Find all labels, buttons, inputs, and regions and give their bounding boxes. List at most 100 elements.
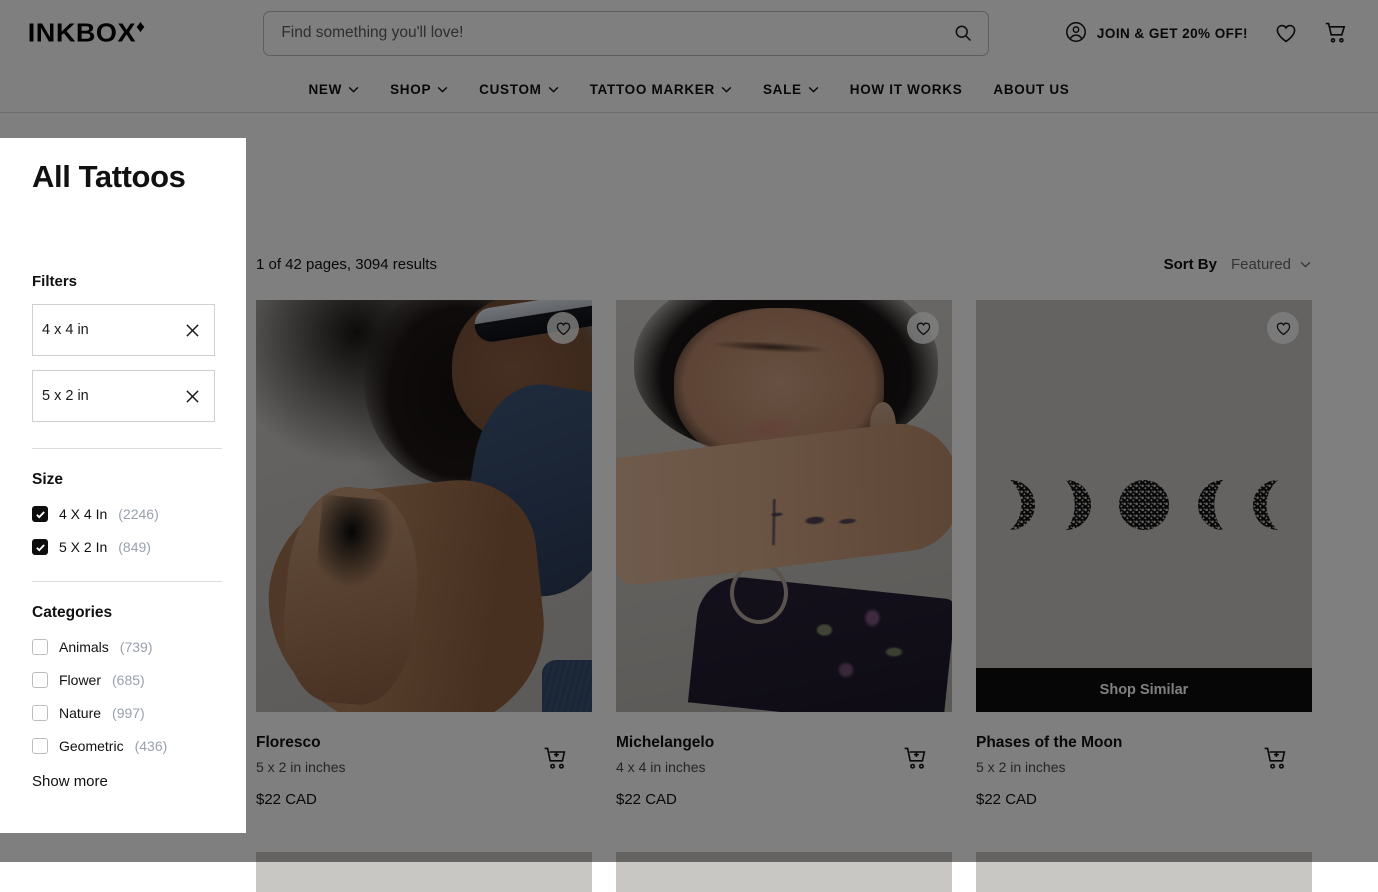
page-title: All Tattoos xyxy=(32,159,214,195)
add-to-cart-icon[interactable] xyxy=(903,746,929,772)
product-title: Phases of the Moon xyxy=(976,733,1312,754)
category-option-label: Nature xyxy=(59,705,101,721)
product-size: 5 x 2 in inches xyxy=(256,759,592,775)
chevron-down-icon xyxy=(1300,261,1311,268)
nav-label: TATTOO MARKER xyxy=(590,82,715,97)
product-card[interactable]: Floresco 5 x 2 in inches $22 CAD xyxy=(256,300,592,808)
close-icon[interactable] xyxy=(185,323,200,338)
nav-label: CUSTOM xyxy=(479,82,541,97)
sort-by-value: Featured xyxy=(1231,256,1291,273)
checkbox-unchecked[interactable] xyxy=(32,738,48,754)
product-image[interactable] xyxy=(976,852,1312,892)
results-toolbar: 1 of 42 pages, 3094 results Sort By Feat… xyxy=(256,256,1311,273)
moon-full xyxy=(1117,478,1171,532)
inkbox-logo[interactable]: INKBOX♦ xyxy=(28,17,146,49)
search-icon[interactable] xyxy=(953,23,973,43)
add-to-cart-icon[interactable] xyxy=(1263,746,1289,772)
size-option-count: (2246) xyxy=(118,506,158,522)
join-offer-button[interactable]: JOIN & GET 20% OFF! xyxy=(1064,20,1248,47)
product-card[interactable]: Michelangelo 4 x 4 in inches $22 CAD xyxy=(616,300,952,808)
search-container xyxy=(263,11,989,56)
active-filter-chip[interactable]: 4 x 4 in xyxy=(32,304,215,356)
add-to-cart-icon[interactable] xyxy=(543,746,569,772)
nav-label: SALE xyxy=(763,82,802,97)
search-input[interactable] xyxy=(263,11,989,56)
favorite-button[interactable] xyxy=(547,312,579,344)
nav-item-shop[interactable]: SHOP xyxy=(390,82,448,97)
chevron-down-icon xyxy=(437,86,448,93)
category-option-count: (739) xyxy=(120,639,153,655)
category-option-animals[interactable]: Animals (739) xyxy=(32,639,214,655)
nav-item-tattoo-marker[interactable]: TATTOO MARKER xyxy=(590,82,732,97)
favorite-button[interactable] xyxy=(907,312,939,344)
category-option-label: Animals xyxy=(59,639,109,655)
product-image[interactable] xyxy=(256,300,592,712)
results-summary: 1 of 42 pages, 3094 results xyxy=(256,256,437,273)
product-title: Michelangelo xyxy=(616,733,952,754)
nav-label: HOW IT WORKS xyxy=(850,82,963,97)
site-header: INKBOX♦ JOI xyxy=(0,0,1378,113)
sort-by-label: Sort By xyxy=(1164,256,1217,273)
moon-first-quarter xyxy=(1054,478,1108,532)
close-icon[interactable] xyxy=(185,389,200,404)
category-option-flower[interactable]: Flower (685) xyxy=(32,672,214,688)
size-option-count: (849) xyxy=(118,539,151,555)
category-option-count: (685) xyxy=(112,672,145,688)
categories-heading: Categories xyxy=(32,604,214,622)
divider xyxy=(32,581,222,582)
size-option-4x4[interactable]: 4 X 4 In (2246) xyxy=(32,506,214,522)
ink-drop-icon: ♦ xyxy=(136,17,146,36)
show-more-categories-button[interactable]: Show more xyxy=(32,773,214,790)
checkbox-unchecked[interactable] xyxy=(32,639,48,655)
product-info: Michelangelo 4 x 4 in inches $22 CAD xyxy=(616,712,952,808)
nav-item-how-it-works[interactable]: HOW IT WORKS xyxy=(850,82,963,97)
chevron-down-icon xyxy=(348,86,359,93)
moon-phases-artwork xyxy=(990,450,1298,560)
cart-icon[interactable] xyxy=(1324,21,1348,45)
product-grid: Floresco 5 x 2 in inches $22 CAD xyxy=(256,300,1311,808)
product-image[interactable] xyxy=(256,852,592,892)
checkbox-checked[interactable] xyxy=(32,539,48,555)
category-option-label: Geometric xyxy=(59,738,124,754)
header-actions: JOIN & GET 20% OFF! xyxy=(1064,20,1348,47)
category-option-count: (436) xyxy=(135,738,168,754)
checkbox-unchecked[interactable] xyxy=(32,705,48,721)
size-option-label: 4 X 4 In xyxy=(59,506,107,522)
product-image[interactable] xyxy=(616,852,952,892)
sort-by-select[interactable]: Featured xyxy=(1231,256,1311,273)
nav-label: SHOP xyxy=(390,82,431,97)
checkbox-unchecked[interactable] xyxy=(32,672,48,688)
moon-last-quarter xyxy=(1181,478,1235,532)
header-top-row: INKBOX♦ JOI xyxy=(0,0,1378,66)
nav-label: NEW xyxy=(308,82,342,97)
product-price: $22 CAD xyxy=(976,791,1312,808)
product-size: 5 x 2 in inches xyxy=(976,759,1312,775)
favorite-button[interactable] xyxy=(1267,312,1299,344)
product-image[interactable]: Shop Similar xyxy=(976,300,1312,712)
primary-navigation: NEW SHOP CUSTOM TATTOO MARKER SALE HOW I… xyxy=(0,66,1378,112)
logo-text: INKBOX xyxy=(28,18,136,48)
divider xyxy=(32,448,222,449)
chevron-down-icon xyxy=(548,86,559,93)
active-filter-label: 5 x 2 in xyxy=(42,388,89,404)
category-option-geometric[interactable]: Geometric (436) xyxy=(32,738,214,754)
product-price: $22 CAD xyxy=(256,791,592,808)
product-card[interactable]: Shop Similar Phases of the Moon 5 x 2 in… xyxy=(976,300,1312,808)
product-image[interactable] xyxy=(616,300,952,712)
category-option-label: Flower xyxy=(59,672,101,688)
nav-item-custom[interactable]: CUSTOM xyxy=(479,82,558,97)
product-info: Phases of the Moon 5 x 2 in inches $22 C… xyxy=(976,712,1312,808)
nav-item-new[interactable]: NEW xyxy=(308,82,359,97)
nav-item-about-us[interactable]: ABOUT US xyxy=(993,82,1069,97)
size-option-5x2[interactable]: 5 X 2 In (849) xyxy=(32,539,214,555)
product-photo-michelangelo xyxy=(616,300,952,712)
active-filter-chip[interactable]: 5 x 2 in xyxy=(32,370,215,422)
checkbox-checked[interactable] xyxy=(32,506,48,522)
active-filter-label: 4 x 4 in xyxy=(42,322,89,338)
filter-drawer: All Tattoos Filters 4 x 4 in 5 x 2 in Si… xyxy=(0,138,246,833)
product-photo-floresco xyxy=(256,300,592,712)
shop-similar-button[interactable]: Shop Similar xyxy=(976,668,1312,712)
wishlist-heart-icon[interactable] xyxy=(1274,21,1298,45)
nav-item-sale[interactable]: SALE xyxy=(763,82,819,97)
category-option-nature[interactable]: Nature (997) xyxy=(32,705,214,721)
